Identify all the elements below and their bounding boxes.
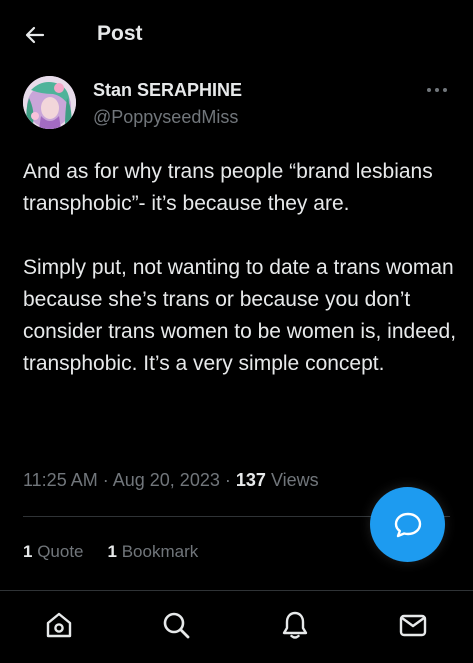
meta-separator: · bbox=[102, 470, 109, 490]
author-handle[interactable]: @PoppyseedMiss bbox=[93, 107, 238, 128]
tweet-meta: 11:25 AM · Aug 20, 2023 · 137 Views bbox=[23, 470, 319, 491]
tweet-time[interactable]: 11:25 AM bbox=[23, 470, 98, 490]
quotes-count: 1 bbox=[23, 542, 33, 561]
search-icon bbox=[163, 612, 190, 639]
more-horizontal-icon bbox=[427, 88, 447, 92]
bookmarks-stat[interactable]: 1 Bookmark bbox=[108, 542, 199, 561]
page-title: Post bbox=[97, 22, 143, 45]
nav-search[interactable] bbox=[158, 607, 194, 643]
new-post-bubble-icon bbox=[394, 512, 421, 537]
quotes-label: Quote bbox=[37, 542, 84, 561]
nav-home[interactable] bbox=[41, 607, 77, 643]
bottom-navigation bbox=[0, 590, 473, 663]
back-button[interactable] bbox=[20, 20, 50, 50]
mail-icon bbox=[399, 614, 427, 637]
more-options-button[interactable] bbox=[424, 80, 450, 100]
nav-messages[interactable] bbox=[395, 607, 431, 643]
tweet-paragraph: And as for why trans people “brand lesbi… bbox=[23, 160, 433, 215]
views-count: 137 bbox=[235, 470, 266, 490]
arrow-left-icon bbox=[25, 26, 45, 44]
quotes-stat[interactable]: 1 Quote bbox=[23, 542, 84, 561]
author-display-name[interactable]: Stan SERAPHINE bbox=[93, 80, 242, 101]
bell-icon bbox=[282, 611, 308, 639]
compose-reply-button[interactable] bbox=[370, 487, 445, 562]
tweet-paragraph: Simply put, not wanting to date a trans … bbox=[23, 256, 457, 375]
home-icon bbox=[46, 612, 72, 638]
bookmarks-label: Bookmark bbox=[121, 542, 199, 561]
views-label: Views bbox=[270, 470, 319, 490]
engagement-stats: 1 Quote 1 Bookmark bbox=[23, 542, 198, 562]
nav-notifications[interactable] bbox=[277, 607, 313, 643]
bookmarks-count: 1 bbox=[107, 542, 117, 561]
meta-separator: · bbox=[224, 470, 231, 490]
avatar[interactable] bbox=[23, 76, 76, 129]
tweet-date[interactable]: Aug 20, 2023 bbox=[113, 470, 220, 490]
tweet-text: And as for why trans people “brand lesbi… bbox=[23, 156, 463, 380]
top-bar: Post bbox=[0, 0, 473, 70]
